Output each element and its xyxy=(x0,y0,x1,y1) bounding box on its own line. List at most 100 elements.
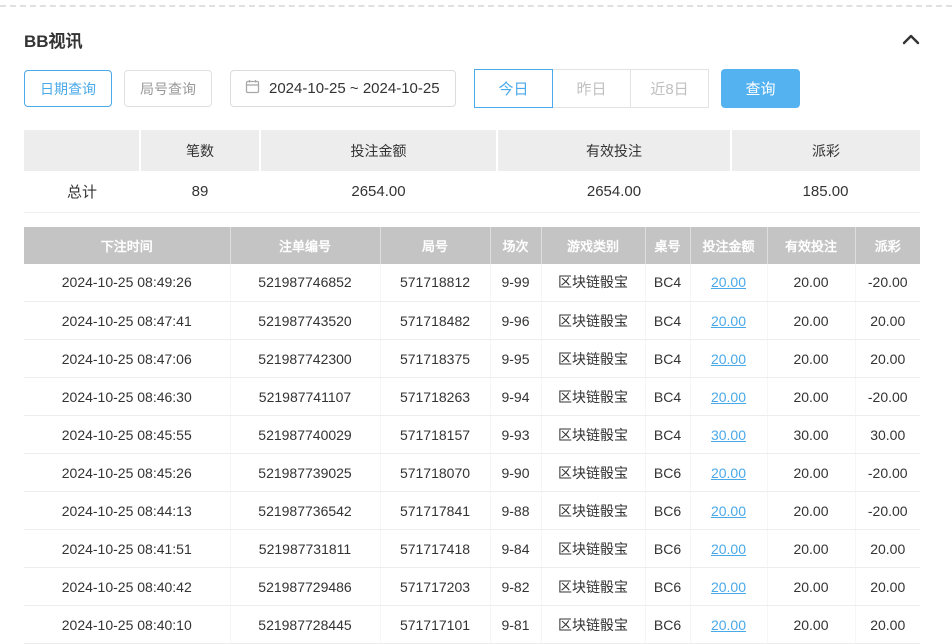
bet-time-cell: 2024-10-25 08:45:26 xyxy=(24,454,230,492)
summary-header-valid-bet: 有效投注 xyxy=(497,130,731,171)
order-number-cell: 521987728445 xyxy=(230,606,380,644)
valid-bet-cell: 20.00 xyxy=(767,264,855,302)
session-cell: 9-88 xyxy=(490,492,541,530)
payout-cell: -20.00 xyxy=(855,378,920,416)
header-table-number: 桌号 xyxy=(645,227,690,264)
bet-amount-link[interactable]: 20.00 xyxy=(711,274,746,290)
summary-total-count: 89 xyxy=(140,171,260,212)
bet-amount-link[interactable]: 20.00 xyxy=(711,503,746,519)
round-number-cell: 571718482 xyxy=(380,302,490,340)
game-type-cell: 区块链骰宝 xyxy=(541,264,645,302)
header-round-number: 局号 xyxy=(380,227,490,264)
quick-range-group: 今日 昨日 近8日 xyxy=(474,69,709,108)
session-cell: 9-82 xyxy=(490,568,541,606)
summary-total-valid-bet: 2654.00 xyxy=(497,171,731,212)
quick-range-yesterday[interactable]: 昨日 xyxy=(552,69,631,108)
round-number-cell: 571718263 xyxy=(380,378,490,416)
valid-bet-cell: 20.00 xyxy=(767,606,855,644)
bet-amount-cell: 20.00 xyxy=(690,302,767,340)
valid-bet-cell: 20.00 xyxy=(767,568,855,606)
round-number-cell: 571718375 xyxy=(380,340,490,378)
valid-bet-cell: 20.00 xyxy=(767,492,855,530)
round-query-tab[interactable]: 局号查询 xyxy=(124,70,212,107)
bet-amount-link[interactable]: 20.00 xyxy=(711,465,746,481)
search-button[interactable]: 查询 xyxy=(721,69,800,108)
date-query-tab[interactable]: 日期查询 xyxy=(24,70,112,107)
game-type-cell: 区块链骰宝 xyxy=(541,492,645,530)
summary-total-row: 总计 89 2654.00 2654.00 185.00 xyxy=(24,171,920,212)
bet-table-header-row: 下注时间 注单编号 局号 场次 游戏类别 桌号 投注金额 有效投注 派彩 xyxy=(24,227,920,264)
summary-total-payout: 185.00 xyxy=(731,171,920,212)
bet-amount-link[interactable]: 20.00 xyxy=(711,351,746,367)
bet-time-cell: 2024-10-25 08:47:41 xyxy=(24,302,230,340)
round-number-cell: 571717101 xyxy=(380,606,490,644)
collapse-button[interactable] xyxy=(902,33,920,45)
game-type-cell: 区块链骰宝 xyxy=(541,378,645,416)
valid-bet-cell: 30.00 xyxy=(767,416,855,454)
bet-amount-cell: 20.00 xyxy=(690,568,767,606)
payout-cell: -20.00 xyxy=(855,264,920,302)
bet-amount-link[interactable]: 20.00 xyxy=(711,579,746,595)
date-range-input[interactable]: 2024-10-25 ~ 2024-10-25 xyxy=(230,70,456,107)
table-row: 2024-10-25 08:49:26 521987746852 5717188… xyxy=(24,264,920,302)
bet-amount-link[interactable]: 20.00 xyxy=(711,541,746,557)
order-number-cell: 521987739025 xyxy=(230,454,380,492)
valid-bet-cell: 20.00 xyxy=(767,378,855,416)
valid-bet-cell: 20.00 xyxy=(767,302,855,340)
payout-cell: 20.00 xyxy=(855,568,920,606)
order-number-cell: 521987729486 xyxy=(230,568,380,606)
session-cell: 9-93 xyxy=(490,416,541,454)
calendar-icon xyxy=(245,79,260,98)
order-number-cell: 521987743520 xyxy=(230,302,380,340)
payout-cell: 20.00 xyxy=(855,530,920,568)
round-number-cell: 571717203 xyxy=(380,568,490,606)
header-bet-amount: 投注金额 xyxy=(690,227,767,264)
round-number-cell: 571717841 xyxy=(380,492,490,530)
bet-amount-cell: 20.00 xyxy=(690,264,767,302)
table-row: 2024-10-25 08:41:51 521987731811 5717174… xyxy=(24,530,920,568)
payout-cell: -20.00 xyxy=(855,454,920,492)
bet-amount-link[interactable]: 20.00 xyxy=(711,617,746,633)
bet-time-cell: 2024-10-25 08:40:42 xyxy=(24,568,230,606)
quick-range-last8days[interactable]: 近8日 xyxy=(630,69,709,108)
payout-cell: 20.00 xyxy=(855,606,920,644)
payout-cell: 30.00 xyxy=(855,416,920,454)
quick-range-today[interactable]: 今日 xyxy=(474,69,553,108)
game-type-cell: 区块链骰宝 xyxy=(541,302,645,340)
payout-cell: -20.00 xyxy=(855,492,920,530)
page-container: BB视讯 日期查询 局号查询 2024-10-25 ~ 2024-10-25 今… xyxy=(0,27,952,644)
table-row: 2024-10-25 08:46:30 521987741107 5717182… xyxy=(24,378,920,416)
header-game-type: 游戏类别 xyxy=(541,227,645,264)
order-number-cell: 521987740029 xyxy=(230,416,380,454)
table-number-cell: BC4 xyxy=(645,416,690,454)
valid-bet-cell: 20.00 xyxy=(767,340,855,378)
table-number-cell: BC4 xyxy=(645,264,690,302)
valid-bet-cell: 20.00 xyxy=(767,454,855,492)
summary-total-bet-amount: 2654.00 xyxy=(260,171,497,212)
bet-amount-link[interactable]: 30.00 xyxy=(711,427,746,443)
table-row: 2024-10-25 08:45:26 521987739025 5717180… xyxy=(24,454,920,492)
session-cell: 9-84 xyxy=(490,530,541,568)
bet-amount-link[interactable]: 20.00 xyxy=(711,313,746,329)
table-number-cell: BC4 xyxy=(645,302,690,340)
filter-bar: 日期查询 局号查询 2024-10-25 ~ 2024-10-25 今日 昨日 … xyxy=(24,69,920,108)
table-number-cell: BC6 xyxy=(645,606,690,644)
table-row: 2024-10-25 08:44:13 521987736542 5717178… xyxy=(24,492,920,530)
game-type-cell: 区块链骰宝 xyxy=(541,568,645,606)
summary-table: 笔数 投注金额 有效投注 派彩 总计 89 2654.00 2654.00 18… xyxy=(24,130,920,213)
header-bet-time: 下注时间 xyxy=(24,227,230,264)
summary-header-row: 笔数 投注金额 有效投注 派彩 xyxy=(24,130,920,171)
bet-amount-cell: 20.00 xyxy=(690,530,767,568)
bet-amount-cell: 30.00 xyxy=(690,416,767,454)
bet-amount-cell: 20.00 xyxy=(690,454,767,492)
table-number-cell: BC6 xyxy=(645,568,690,606)
table-row: 2024-10-25 08:47:06 521987742300 5717183… xyxy=(24,340,920,378)
payout-cell: 20.00 xyxy=(855,302,920,340)
game-type-cell: 区块链骰宝 xyxy=(541,454,645,492)
bet-amount-cell: 20.00 xyxy=(690,378,767,416)
bet-time-cell: 2024-10-25 08:45:55 xyxy=(24,416,230,454)
page-title: BB视讯 xyxy=(24,27,83,52)
bet-amount-link[interactable]: 20.00 xyxy=(711,389,746,405)
order-number-cell: 521987741107 xyxy=(230,378,380,416)
table-number-cell: BC4 xyxy=(645,378,690,416)
